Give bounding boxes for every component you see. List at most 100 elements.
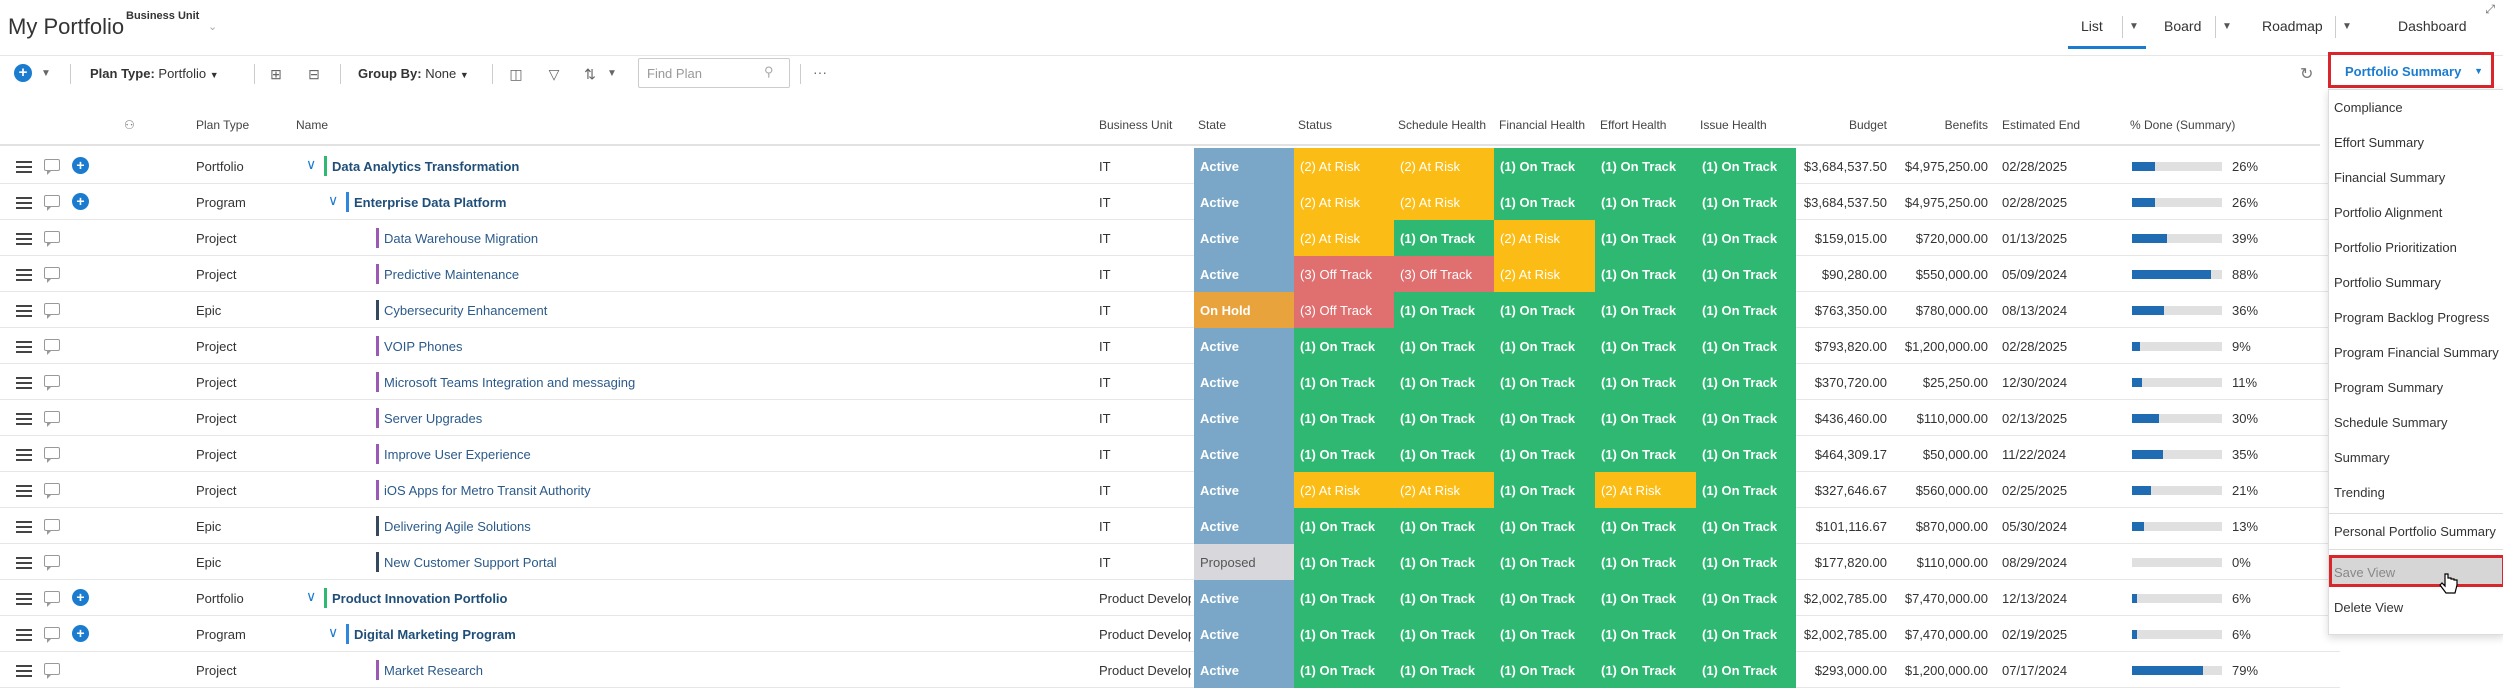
table-row[interactable]: Project Improve User Experience IT Active (1… (0, 436, 2340, 472)
menu-item-program-backlog-progress[interactable]: Program Backlog Progress (2329, 300, 2503, 334)
column-header-effort-health[interactable]: Effort Health (1600, 118, 1666, 132)
refresh-icon[interactable]: ↻ (2300, 64, 2313, 84)
drag-handle-icon[interactable] (16, 233, 32, 245)
table-row[interactable]: Project Data Warehouse Migration IT Active(… (0, 220, 2340, 256)
comment-icon[interactable] (44, 375, 60, 391)
add-child-button[interactable]: + (72, 589, 89, 606)
tab-dashboard[interactable]: Dashboard (2398, 18, 2467, 34)
plan-name-link[interactable]: Product Innovation Portfolio (332, 591, 508, 606)
chevron-down-icon[interactable]: ▼ (2125, 18, 2143, 36)
chevron-down-icon[interactable]: ∨ (306, 588, 316, 605)
plan-name-link[interactable]: VOIP Phones (384, 339, 463, 354)
table-row[interactable]: + Program ∨ Digital Marketing Program Produc… (0, 616, 2340, 652)
column-header-business-unit[interactable]: Business Unit (1099, 118, 1172, 132)
drag-handle-icon[interactable] (16, 413, 32, 425)
comment-icon[interactable] (44, 519, 60, 535)
drag-handle-icon[interactable] (16, 485, 32, 497)
chevron-down-icon[interactable]: ∨ (306, 156, 316, 173)
drag-handle-icon[interactable] (16, 521, 32, 533)
table-row[interactable]: Project iOS Apps for Metro Transit Author… (0, 472, 2340, 508)
columns-icon[interactable]: ◫ (506, 64, 526, 84)
menu-item-compliance[interactable]: Compliance (2329, 90, 2503, 124)
comment-icon[interactable] (44, 411, 60, 427)
plan-name-link[interactable]: iOS Apps for Metro Transit Authority (384, 483, 591, 498)
comment-icon[interactable] (44, 591, 60, 607)
plan-name-link[interactable]: Cybersecurity Enhancement (384, 303, 547, 318)
chevron-down-icon[interactable]: ⌄ (208, 20, 217, 33)
column-header-benefits[interactable]: Benefits (1900, 118, 1988, 132)
menu-item-program-financial-summary[interactable]: Program Financial Summary (2329, 335, 2503, 369)
plan-name-link[interactable]: Microsoft Teams Integration and messagin… (384, 375, 635, 390)
table-row[interactable]: Epic New Customer Support Portal IT Propose… (0, 544, 2340, 580)
column-header-budget[interactable]: Budget (1800, 118, 1887, 132)
drag-handle-icon[interactable] (16, 629, 32, 641)
tab-list[interactable]: List (2081, 18, 2103, 34)
comment-icon[interactable] (44, 663, 60, 679)
plan-name-link[interactable]: Predictive Maintenance (384, 267, 519, 282)
table-row[interactable]: Project Market Research Product Develop Act… (0, 652, 2340, 688)
chevron-down-icon[interactable]: ▼ (36, 64, 56, 84)
comment-icon[interactable] (44, 339, 60, 355)
collapse-all-icon[interactable]: ⊟ (304, 64, 324, 84)
comment-icon[interactable] (44, 555, 60, 571)
comment-icon[interactable] (44, 483, 60, 499)
comment-icon[interactable] (44, 231, 60, 247)
business-unit-filter-label[interactable]: Business Unit (126, 10, 199, 22)
chevron-down-icon[interactable]: ▼ (602, 64, 622, 84)
column-header-financial-health[interactable]: Financial Health (1499, 118, 1585, 132)
table-row[interactable]: Epic Cybersecurity Enhancement IT On Hold (3… (0, 292, 2340, 328)
add-child-button[interactable]: + (72, 193, 89, 210)
menu-item-program-summary[interactable]: Program Summary (2329, 370, 2503, 404)
comment-icon[interactable] (44, 447, 60, 463)
plan-name-link[interactable]: Market Research (384, 663, 483, 678)
table-row[interactable]: + Portfolio ∨ Product Innovation Portfolio P… (0, 580, 2340, 616)
more-options-icon[interactable]: ··· (810, 62, 830, 82)
column-header-state[interactable]: State (1198, 118, 1226, 132)
search-icon[interactable]: ⚲ (764, 64, 782, 82)
table-row[interactable]: Epic Delivering Agile Solutions IT Active (1… (0, 508, 2340, 544)
plan-name-link[interactable]: Improve User Experience (384, 447, 531, 462)
column-header-schedule-health[interactable]: Schedule Health (1398, 118, 1486, 132)
drag-handle-icon[interactable] (16, 377, 32, 389)
hierarchy-icon[interactable]: ⚇ (124, 118, 135, 132)
comment-icon[interactable] (44, 627, 60, 643)
tab-board[interactable]: Board (2164, 18, 2201, 34)
view-selector-dropdown[interactable]: Portfolio Summary ▼ (2328, 52, 2494, 88)
column-header-estimated-end[interactable]: Estimated End (2002, 118, 2080, 132)
comment-icon[interactable] (44, 159, 60, 175)
row-height-icon[interactable]: ⇅ (580, 64, 600, 84)
drag-handle-icon[interactable] (16, 305, 32, 317)
menu-item-trending[interactable]: Trending (2329, 475, 2503, 509)
drag-handle-icon[interactable] (16, 197, 32, 209)
column-header-status[interactable]: Status (1298, 118, 1332, 132)
plan-name-link[interactable]: Enterprise Data Platform (354, 195, 506, 210)
drag-handle-icon[interactable] (16, 341, 32, 353)
plan-name-link[interactable]: New Customer Support Portal (384, 555, 557, 570)
chevron-down-icon[interactable]: ∨ (328, 192, 338, 209)
plan-name-link[interactable]: Digital Marketing Program (354, 627, 516, 642)
menu-item-save-view[interactable]: Save View (2329, 555, 2503, 587)
drag-handle-icon[interactable] (16, 593, 32, 605)
tab-roadmap[interactable]: Roadmap (2262, 18, 2323, 34)
menu-item-financial-summary[interactable]: Financial Summary (2329, 160, 2503, 194)
menu-item-summary[interactable]: Summary (2329, 440, 2503, 474)
add-child-button[interactable]: + (72, 625, 89, 642)
menu-item-effort-summary[interactable]: Effort Summary (2329, 125, 2503, 159)
column-header-issue-health[interactable]: Issue Health (1700, 118, 1767, 132)
comment-icon[interactable] (44, 303, 60, 319)
drag-handle-icon[interactable] (16, 161, 32, 173)
expand-icon[interactable]: ⤢ (2485, 2, 2495, 17)
plan-name-link[interactable]: Data Warehouse Migration (384, 231, 538, 246)
table-row[interactable]: Project Predictive Maintenance IT Active (3)… (0, 256, 2340, 292)
drag-handle-icon[interactable] (16, 665, 32, 677)
drag-handle-icon[interactable] (16, 269, 32, 281)
comment-icon[interactable] (44, 267, 60, 283)
menu-item-portfolio-alignment[interactable]: Portfolio Alignment (2329, 195, 2503, 229)
column-header-name[interactable]: Name (296, 118, 328, 132)
chevron-down-icon[interactable]: ▼ (2218, 18, 2236, 36)
menu-item-schedule-summary[interactable]: Schedule Summary (2329, 405, 2503, 439)
column-header-plan-type[interactable]: Plan Type (196, 118, 249, 132)
plan-type-filter[interactable]: Plan Type: Portfolio ▼ (90, 66, 219, 81)
table-row[interactable]: Project VOIP Phones IT Active (1) On Track (1… (0, 328, 2340, 364)
expand-all-icon[interactable]: ⊞ (266, 64, 286, 84)
